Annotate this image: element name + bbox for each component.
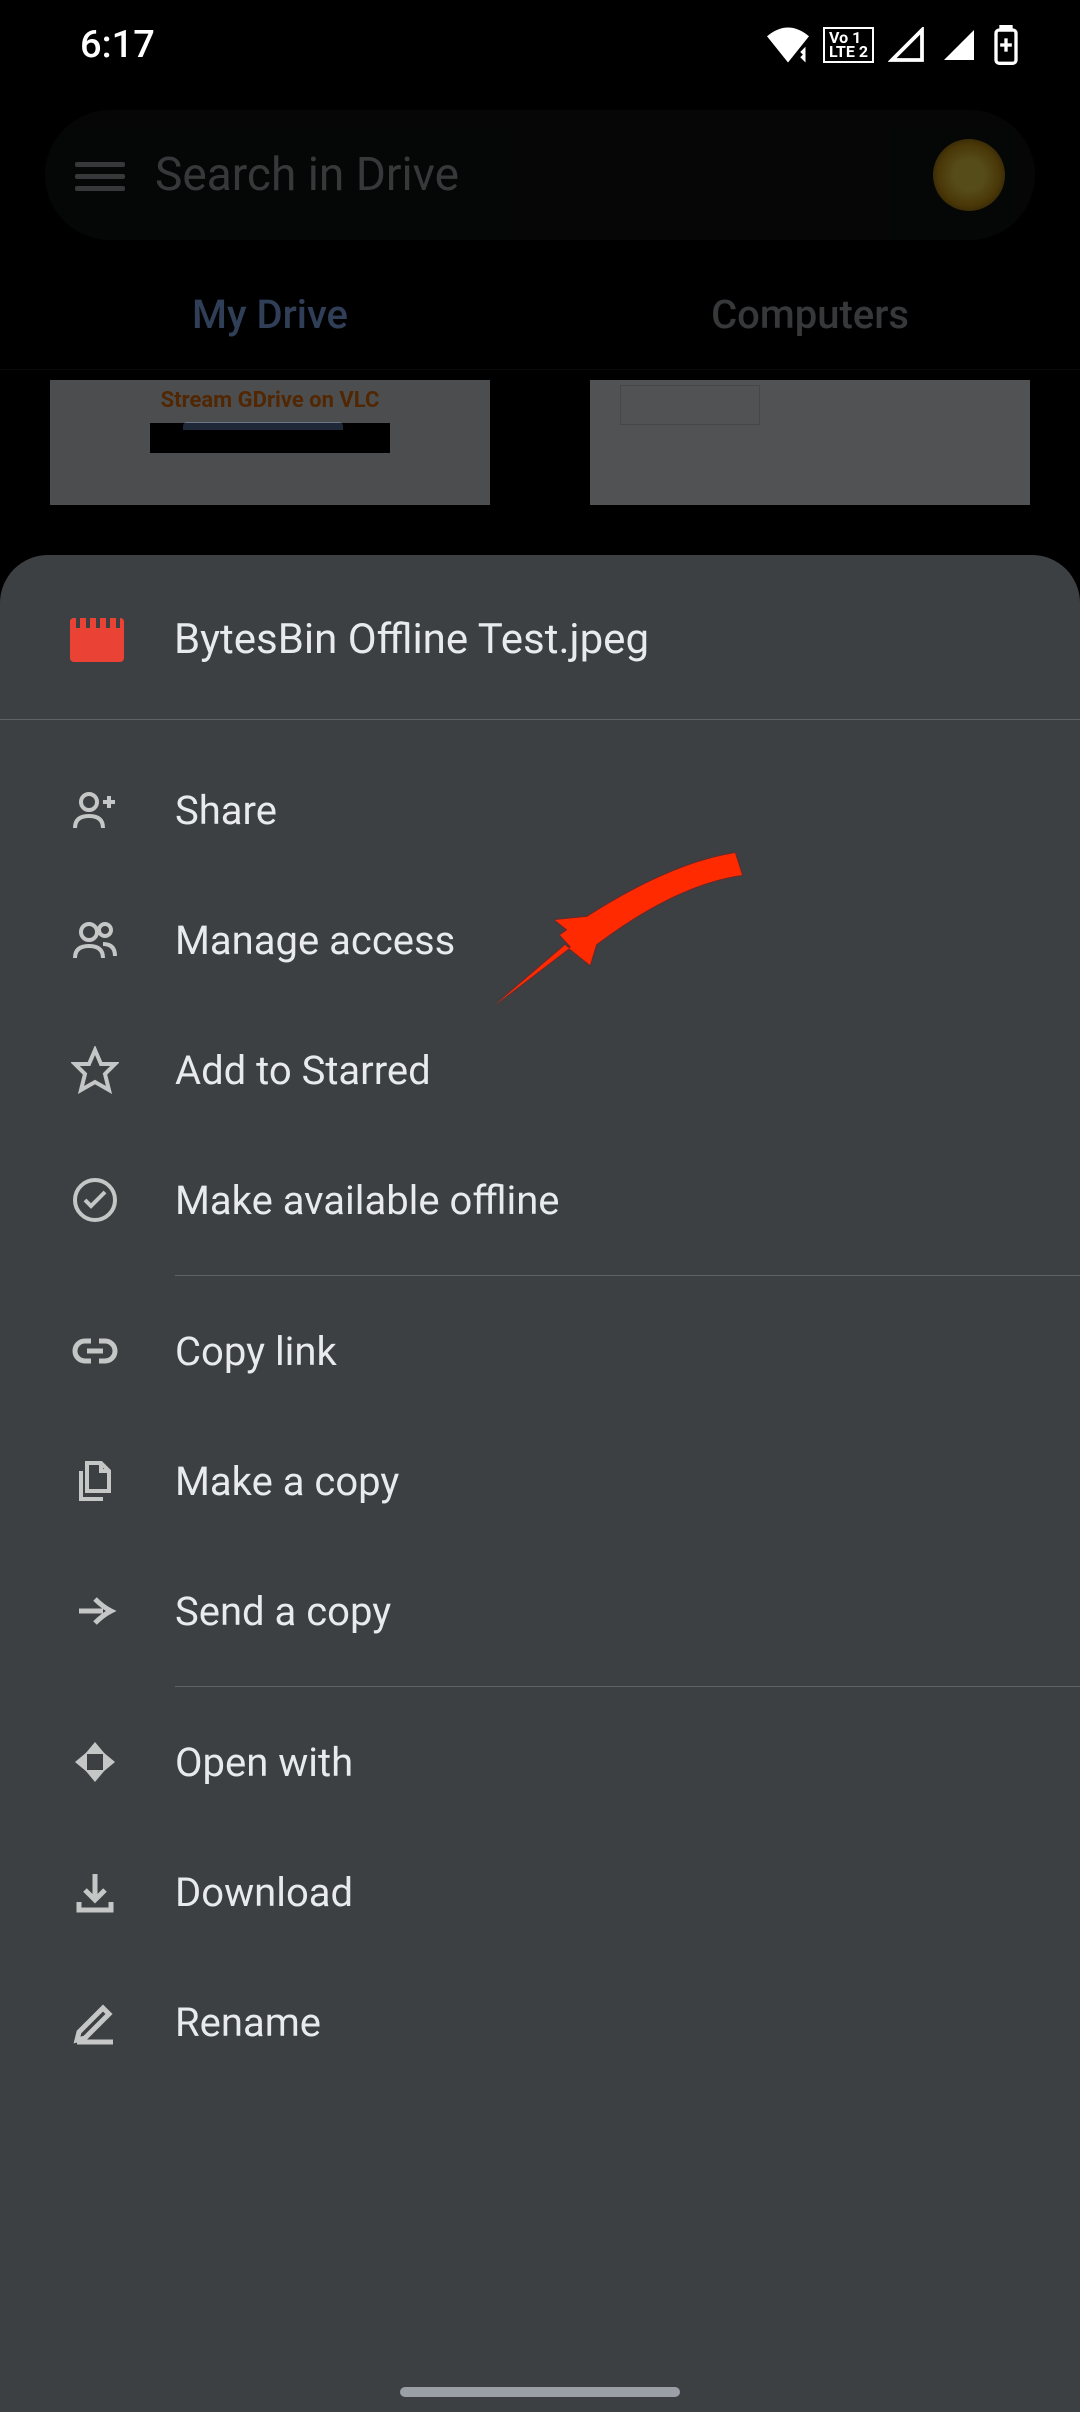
bottom-sheet: BytesBin Offline Test.jpeg Share bbox=[0, 555, 1080, 2412]
open-with-icon bbox=[70, 1737, 120, 1787]
search-bar[interactable]: Search in Drive bbox=[45, 110, 1035, 240]
menu-label: Send a copy bbox=[175, 1588, 391, 1635]
menu-open-with[interactable]: Open with bbox=[0, 1697, 1080, 1827]
signal-icon-2 bbox=[940, 27, 978, 63]
menu-label: Open with bbox=[175, 1739, 353, 1786]
menu-add-to-starred[interactable]: Add to Starred bbox=[0, 1005, 1080, 1135]
signal-icon-1 bbox=[888, 27, 926, 63]
menu-label: Make a copy bbox=[175, 1458, 399, 1505]
status-time: 6:17 bbox=[80, 23, 155, 67]
hamburger-menu-icon[interactable] bbox=[75, 155, 125, 195]
rename-icon bbox=[70, 1997, 120, 2047]
menu-make-a-copy[interactable]: Make a copy bbox=[0, 1416, 1080, 1546]
video-file-icon bbox=[70, 618, 124, 662]
menu-share[interactable]: Share bbox=[0, 745, 1080, 875]
navigation-bar-handle[interactable] bbox=[400, 2387, 680, 2397]
menu-label: Download bbox=[175, 1869, 353, 1916]
wifi-icon bbox=[767, 27, 809, 63]
file-name: BytesBin Offline Test.jpeg bbox=[174, 615, 649, 664]
menu-label: Make available offline bbox=[175, 1177, 560, 1224]
thumbnail-text: Stream GDrive on VLC bbox=[50, 380, 490, 413]
menu-label: Rename bbox=[175, 1999, 321, 2046]
profile-avatar[interactable] bbox=[933, 139, 1005, 211]
tab-computers[interactable]: Computers bbox=[540, 291, 1080, 338]
file-thumbnail-0[interactable]: Stream GDrive on VLC bbox=[50, 380, 490, 505]
menu-rename[interactable]: Rename bbox=[0, 1957, 1080, 2087]
tabs: My Drive Computers bbox=[0, 260, 1080, 370]
battery-icon bbox=[992, 25, 1020, 65]
link-icon bbox=[70, 1326, 120, 1376]
lte-badge: Vo 1 LTE 2 bbox=[823, 27, 874, 63]
send-icon bbox=[70, 1586, 120, 1636]
people-icon bbox=[70, 915, 120, 965]
menu-download[interactable]: Download bbox=[0, 1827, 1080, 1957]
menu-send-a-copy[interactable]: Send a copy bbox=[0, 1546, 1080, 1676]
star-icon bbox=[70, 1045, 120, 1095]
sheet-header: BytesBin Offline Test.jpeg bbox=[0, 555, 1080, 720]
file-thumbnail-1[interactable] bbox=[590, 380, 1030, 505]
share-icon bbox=[70, 785, 120, 835]
menu-list: Share Manage access Add to Starred bbox=[0, 720, 1080, 2112]
menu-label: Share bbox=[175, 787, 277, 834]
menu-make-offline[interactable]: Make available offline bbox=[0, 1135, 1080, 1265]
download-icon bbox=[70, 1867, 120, 1917]
menu-label: Copy link bbox=[175, 1328, 337, 1375]
menu-label: Manage access bbox=[175, 917, 455, 964]
menu-divider bbox=[175, 1275, 1080, 1276]
menu-manage-access[interactable]: Manage access bbox=[0, 875, 1080, 1005]
status-icons: Vo 1 LTE 2 bbox=[767, 25, 1020, 65]
file-grid: Stream GDrive on VLC bbox=[0, 380, 1080, 505]
search-placeholder: Search in Drive bbox=[155, 148, 933, 202]
offline-icon bbox=[70, 1175, 120, 1225]
tab-my-drive[interactable]: My Drive bbox=[0, 291, 540, 338]
menu-label: Add to Starred bbox=[175, 1047, 431, 1094]
status-bar: 6:17 Vo 1 LTE 2 bbox=[0, 0, 1080, 90]
copy-icon bbox=[70, 1456, 120, 1506]
menu-divider bbox=[175, 1686, 1080, 1687]
menu-copy-link[interactable]: Copy link bbox=[0, 1286, 1080, 1416]
